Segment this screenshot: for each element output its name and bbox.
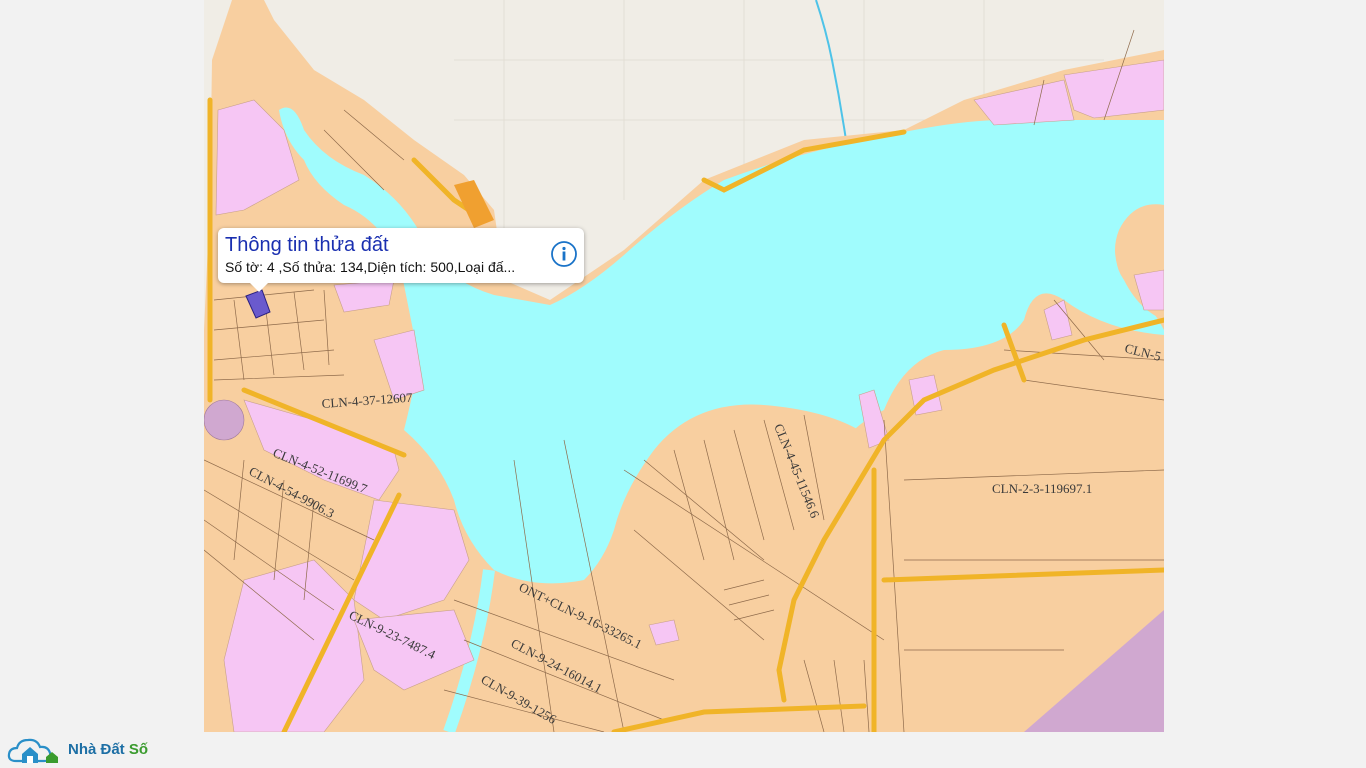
parcel-label: CLN-2-3-119697.1 [992,481,1092,496]
brand-name-part1: Nhà Đất [68,741,129,758]
brand-name-part2: Số [128,741,149,758]
info-circle-icon[interactable] [550,240,578,268]
callout-details: Số tờ: 4 ,Số thửa: 134,Diện tích: 500,Lo… [225,259,516,275]
parcel-info-callout[interactable]: Thông tin thửa đất Số tờ: 4 ,Số thửa: 13… [218,228,584,292]
callout-pointer [250,283,268,292]
callout-title: Thông tin thửa đất [225,234,389,256]
map-view[interactable]: CLN-4-37-12607 CLN-4-52-11699.7 CLN-4-54… [204,0,1164,732]
brand-logo: Nhà Đất Số [6,733,166,767]
house-cloud-logo-icon [7,738,58,763]
public-land-circle [204,399,245,441]
brand-name: Nhà Đất Số [68,741,148,758]
